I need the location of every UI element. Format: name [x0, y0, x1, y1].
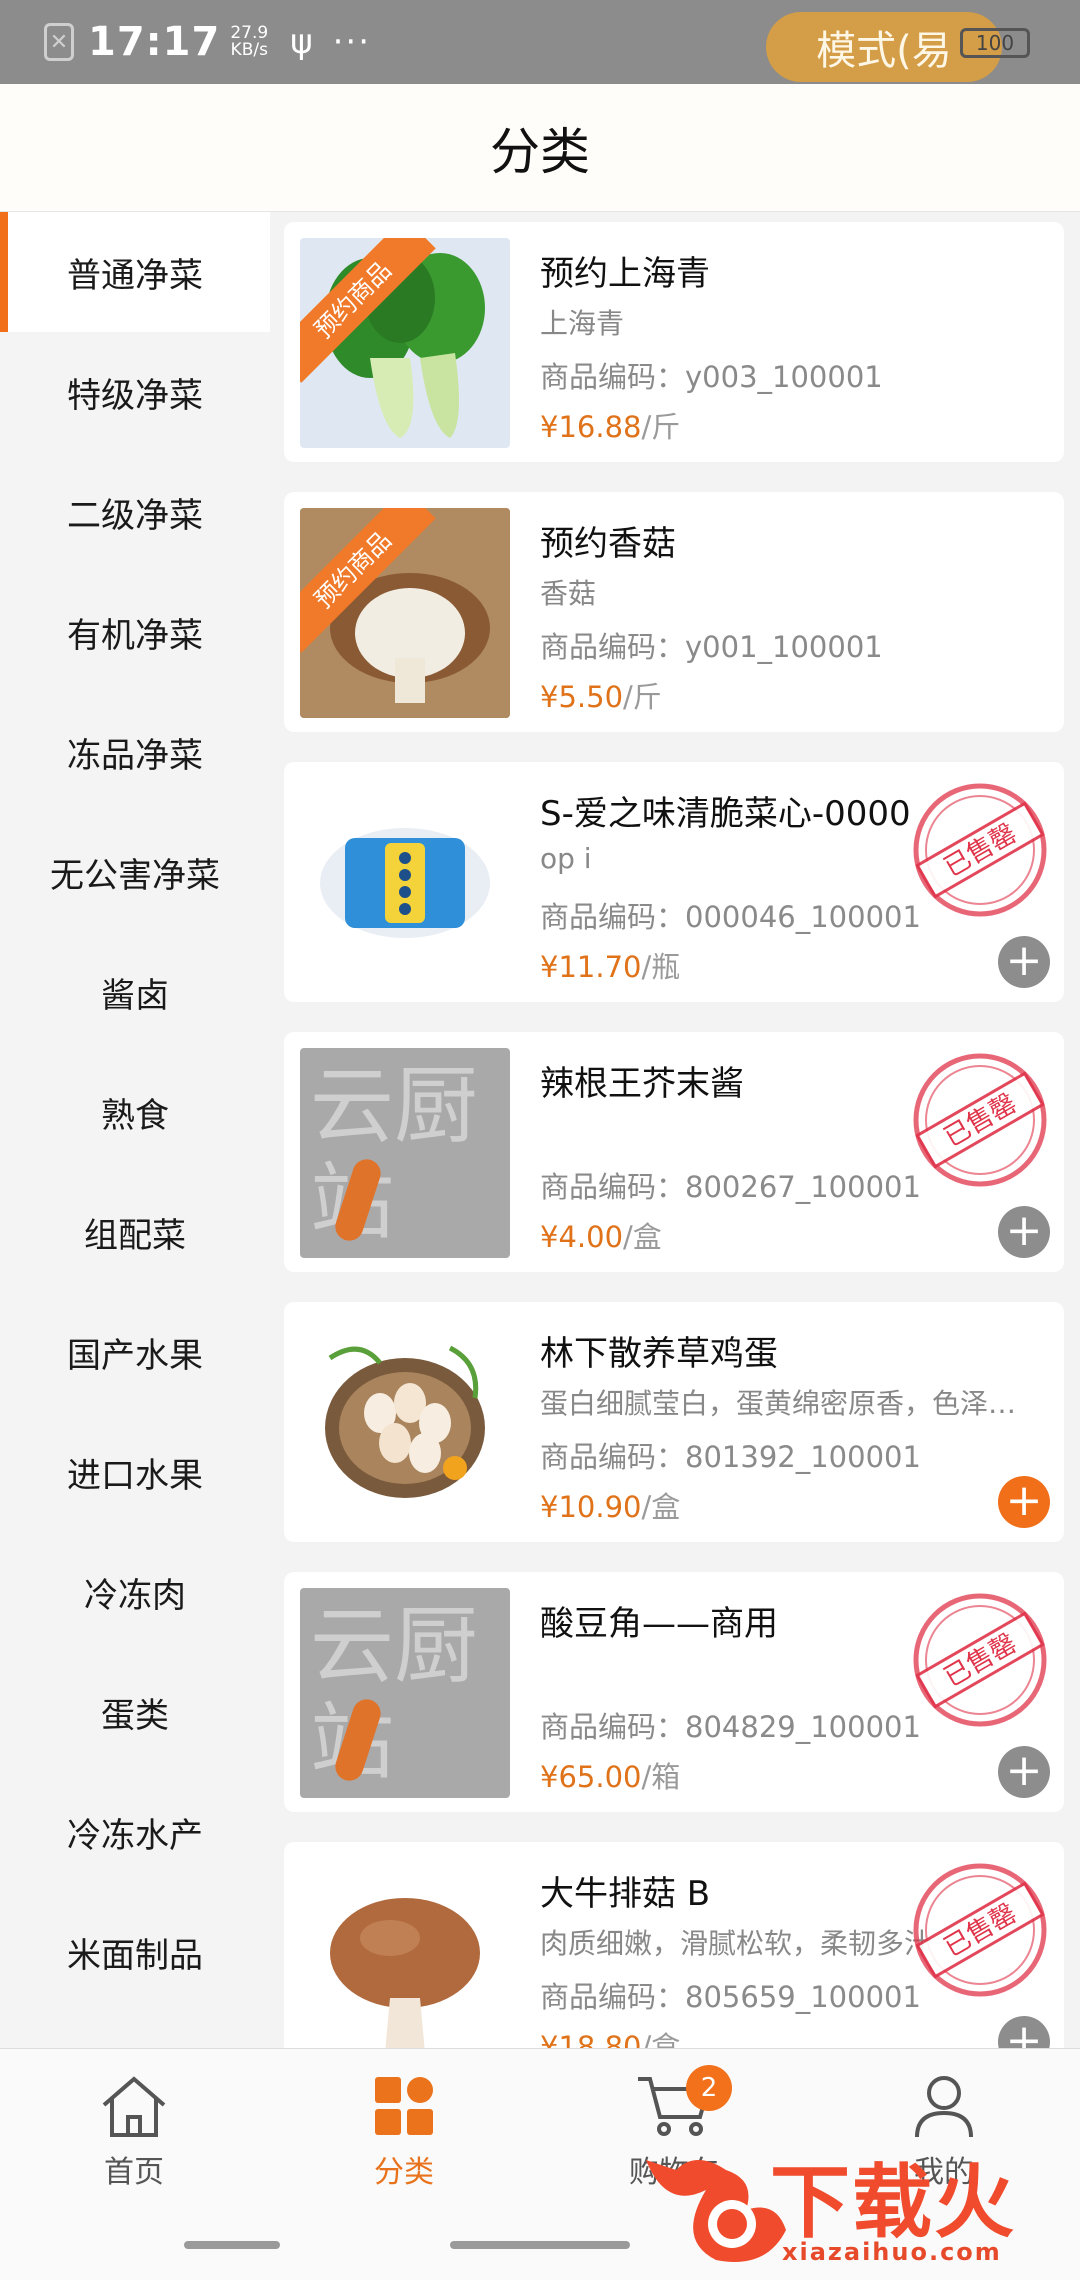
add-to-cart-button[interactable]: + [998, 1206, 1050, 1258]
sidebar-item-dongpin[interactable]: 冻品净菜 [0, 692, 270, 812]
clock: 17:17 [88, 19, 221, 65]
sidebar-item-lengdong-shuichan[interactable]: 冷冻水产 [0, 1772, 270, 1892]
product-code: 商品编码：000046_100001 [540, 900, 921, 934]
product-card[interactable]: 云厨站 酸豆角——商用 商品编码：804829_100001 ¥65.00/箱 … [284, 1572, 1064, 1812]
watermark-url: xiazaihuo.com [782, 2238, 1002, 2266]
product-name: 预约香菇 [540, 524, 676, 564]
page-title: 分类 [490, 122, 590, 181]
usb-icon: ψ [290, 22, 313, 62]
sold-out-stamp: 已售罄 [913, 1863, 1047, 1997]
product-card[interactable]: 大牛排菇 B 肉质细嫩，滑腻松软，柔韧多汁 商品编码：805659_100001… [284, 1842, 1064, 2048]
more-icon: ··· [332, 22, 372, 62]
package-image [300, 778, 510, 988]
product-desc: 上海青 [540, 307, 625, 340]
sidebar-item-lengdongrou[interactable]: 冷冻肉 [0, 1532, 270, 1652]
product-desc: 香菇 [540, 577, 597, 610]
home-icon [102, 2076, 166, 2137]
product-code: 商品编码：805659_100001 [540, 1980, 921, 2014]
sidebar-item-shushi[interactable]: 熟食 [0, 1052, 270, 1172]
sidebar-item-jinkou-shuiguo[interactable]: 进口水果 [0, 1412, 270, 1532]
product-price: ¥10.90/盒 [540, 1490, 681, 1524]
product-card[interactable]: 林下散养草鸡蛋 蛋白细腻莹白，蛋黄绵密原香，色泽… 商品编码：801392_10… [284, 1302, 1064, 1542]
status-bar: ✕ 17:17 27.9 KB/s ψ ··· 模式(易 100 [0, 0, 1080, 84]
gesture-bar [184, 2241, 280, 2249]
cart-badge: 2 [686, 2065, 732, 2111]
sidebar-item-putong[interactable]: 普通净菜 [0, 212, 270, 332]
product-price: ¥11.70/瓶 [540, 950, 681, 984]
product-price: ¥5.50/斤 [540, 680, 662, 714]
nav-category[interactable]: 分类 [304, 2073, 504, 2191]
egg-basket-image [300, 1318, 510, 1528]
product-code: 商品编码：y003_100001 [540, 360, 883, 394]
sidebar-item-erji[interactable]: 二级净菜 [0, 452, 270, 572]
category-icon [375, 2077, 433, 2135]
sim-off-icon: ✕ [44, 23, 74, 61]
sidebar-item-teji[interactable]: 特级净菜 [0, 332, 270, 452]
sold-out-stamp: 已售罄 [913, 1593, 1047, 1727]
sidebar-item-wugonghai[interactable]: 无公害净菜 [0, 812, 270, 932]
placeholder-logo-image: 云厨站 [300, 1588, 510, 1798]
product-price: ¥18.80/盒 [540, 2030, 681, 2048]
sidebar-item-danlei[interactable]: 蛋类 [0, 1652, 270, 1772]
placeholder-logo-image: 云厨站 [300, 1048, 510, 1258]
product-price: ¥4.00/盒 [540, 1220, 662, 1254]
sidebar-item-jianglu[interactable]: 酱卤 [0, 932, 270, 1052]
sidebar-item-youji[interactable]: 有机净菜 [0, 572, 270, 692]
add-to-cart-button[interactable]: + [998, 1476, 1050, 1528]
product-price: ¥16.88/斤 [540, 410, 681, 444]
sidebar-item-zupeicai[interactable]: 组配菜 [0, 1172, 270, 1292]
add-to-cart-button[interactable]: + [998, 1746, 1050, 1798]
battery-icon: 100 [960, 28, 1030, 58]
product-name: 预约上海青 [540, 254, 710, 294]
product-card[interactable]: 预约商品 预约香菇 香菇 商品编码：y001_100001 ¥5.50/斤 [284, 492, 1064, 732]
nav-home[interactable]: 首页 [34, 2073, 234, 2191]
product-name: 林下散养草鸡蛋 [540, 1334, 778, 1374]
network-speed: 27.9 KB/s [230, 23, 269, 60]
bok-choy-image: 预约商品 [300, 238, 510, 448]
profile-icon [915, 2076, 973, 2138]
watermark-text: 下载火 [770, 2156, 1016, 2249]
product-code: 商品编码：800267_100001 [540, 1170, 921, 1204]
page-header: 分类 [0, 84, 1080, 212]
sold-out-stamp: 已售罄 [913, 1053, 1047, 1187]
product-list[interactable]: 预约商品 预约上海青 上海青 商品编码：y003_100001 ¥16.88/斤… [270, 212, 1080, 2048]
portobello-image [300, 1858, 510, 2048]
add-to-cart-button[interactable]: + [998, 2016, 1050, 2048]
product-code: 商品编码：y001_100001 [540, 630, 883, 664]
category-sidebar: 普通净菜 特级净菜 二级净菜 有机净菜 冻品净菜 无公害净菜 酱卤 熟食 组配菜… [0, 212, 270, 2048]
product-code: 商品编码：804829_100001 [540, 1710, 921, 1744]
product-card[interactable]: S-爱之味清脆菜心-0000 op i 商品编码：000046_100001 ¥… [284, 762, 1064, 1002]
product-code: 商品编码：801392_100001 [540, 1440, 921, 1474]
product-price: ¥65.00/箱 [540, 1760, 681, 1794]
add-to-cart-button[interactable]: + [998, 936, 1050, 988]
mushroom-image: 预约商品 [300, 508, 510, 718]
gesture-bar[interactable] [450, 2241, 630, 2249]
product-desc: 蛋白细腻莹白，蛋黄绵密原香，色泽… [540, 1387, 1017, 1420]
sidebar-item-mianmian[interactable]: 米面制品 [0, 1892, 270, 2012]
product-card[interactable]: 云厨站 辣根王芥末酱 商品编码：800267_100001 ¥4.00/盒 已售… [284, 1032, 1064, 1272]
sidebar-item-guochan-shuiguo[interactable]: 国产水果 [0, 1292, 270, 1412]
product-card[interactable]: 预约商品 预约上海青 上海青 商品编码：y003_100001 ¥16.88/斤 [284, 222, 1064, 462]
sold-out-stamp: 已售罄 [913, 783, 1047, 917]
